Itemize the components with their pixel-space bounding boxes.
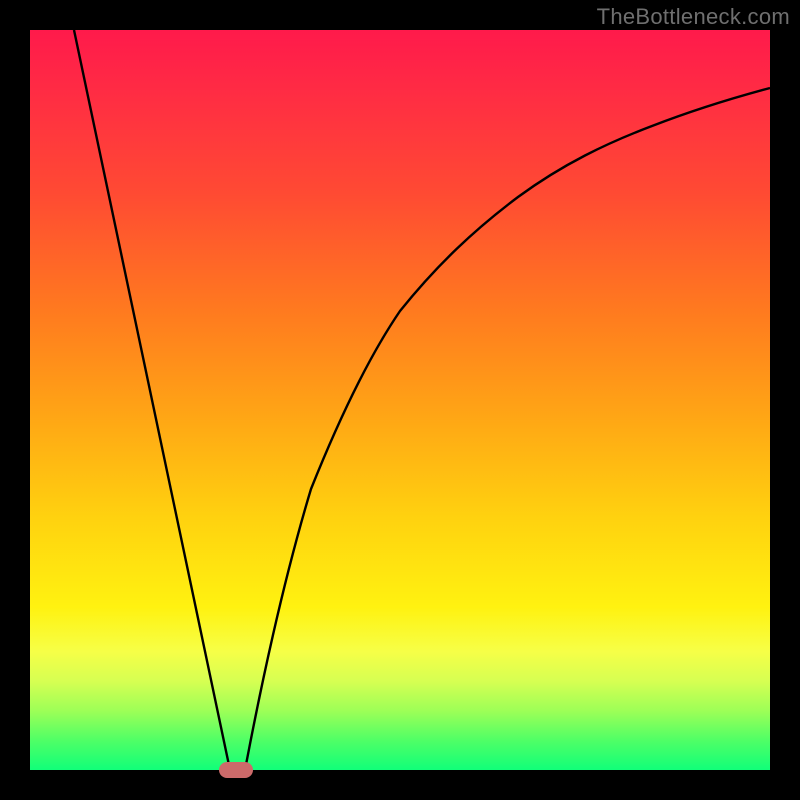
watermark-text: TheBottleneck.com [597, 4, 790, 30]
chart-frame: TheBottleneck.com [0, 0, 800, 800]
left-line [74, 30, 230, 770]
bottleneck-marker [219, 762, 253, 778]
plot-area [30, 30, 770, 770]
curves-overlay [30, 30, 770, 770]
right-curve [245, 88, 770, 770]
